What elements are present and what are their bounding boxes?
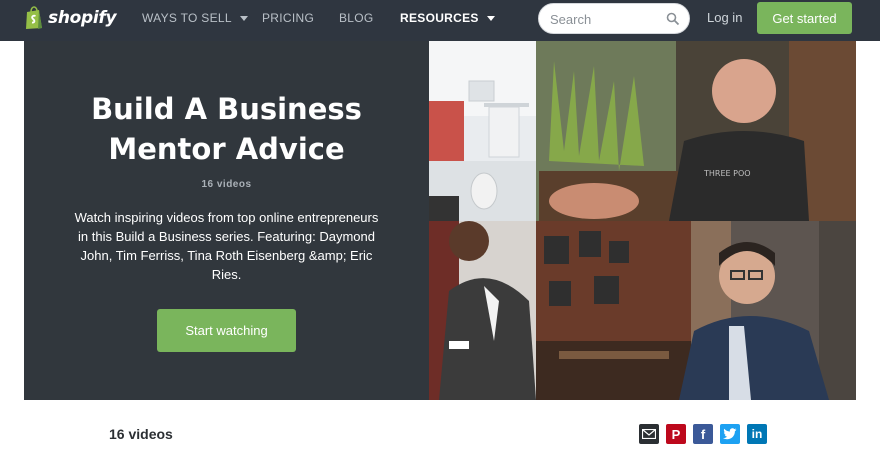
chevron-down-icon bbox=[486, 15, 495, 21]
pinterest-icon: P bbox=[671, 426, 681, 442]
search-icon[interactable] bbox=[666, 12, 680, 26]
facebook-share-button[interactable]: f bbox=[693, 424, 713, 444]
email-icon bbox=[642, 429, 656, 439]
nav-item-label: RESOURCES bbox=[400, 11, 479, 25]
login-link[interactable]: Log in bbox=[707, 10, 742, 25]
nav-pricing[interactable]: PRICING bbox=[262, 11, 314, 25]
email-share-button[interactable] bbox=[639, 424, 659, 444]
top-nav: shopify WAYS TO SELL PRICING BLOG RESOUR… bbox=[0, 0, 880, 41]
start-watching-button[interactable]: Start watching bbox=[157, 309, 296, 352]
logo-text: shopify bbox=[48, 8, 117, 28]
thumbnail-brick-wall bbox=[536, 221, 691, 400]
section-video-count: 16 videos bbox=[109, 426, 173, 442]
thumbnail-suited-man bbox=[429, 221, 536, 400]
nav-item-label: BLOG bbox=[339, 11, 374, 25]
hero-description: Watch inspiring videos from top online e… bbox=[74, 210, 379, 282]
chevron-down-icon bbox=[239, 15, 248, 21]
linkedin-icon: in bbox=[751, 427, 763, 441]
get-started-button[interactable]: Get started bbox=[757, 2, 852, 34]
collage-image: THREE POO bbox=[429, 41, 856, 400]
pinterest-share-button[interactable]: P bbox=[666, 424, 686, 444]
facebook-icon: f bbox=[700, 426, 706, 442]
thumbnail-man-glasses bbox=[679, 221, 856, 400]
shopify-logo[interactable]: shopify bbox=[24, 5, 117, 31]
video-thumbnail-collage[interactable]: THREE POO bbox=[429, 41, 856, 400]
hero-title-line-1: Build A Business bbox=[91, 92, 362, 126]
linkedin-share-button[interactable]: in bbox=[747, 424, 767, 444]
nav-ways-to-sell[interactable]: WAYS TO SELL bbox=[142, 11, 248, 25]
twitter-icon bbox=[723, 428, 737, 440]
nav-blog[interactable]: BLOG bbox=[339, 11, 374, 25]
hero-title-line-2: Mentor Advice bbox=[108, 132, 345, 166]
search-box bbox=[538, 3, 690, 34]
twitter-share-button[interactable] bbox=[720, 424, 740, 444]
nav-item-label: PRICING bbox=[262, 11, 315, 25]
hero-title: Build A Business Mentor Advice bbox=[24, 89, 429, 169]
nav-resources[interactable]: RESOURCES bbox=[400, 11, 495, 25]
svg-text:THREE POO: THREE POO bbox=[703, 169, 751, 178]
search-input[interactable] bbox=[550, 10, 665, 28]
hero-panel: Build A Business Mentor Advice 16 videos… bbox=[24, 41, 429, 400]
thumbnail-man-couch: THREE POO bbox=[536, 41, 856, 221]
nav-item-label: WAYS TO SELL bbox=[142, 11, 232, 25]
thumbnail-office bbox=[429, 41, 536, 221]
hero-video-count: 16 videos bbox=[201, 179, 252, 190]
shopify-bag-icon bbox=[26, 6, 42, 29]
